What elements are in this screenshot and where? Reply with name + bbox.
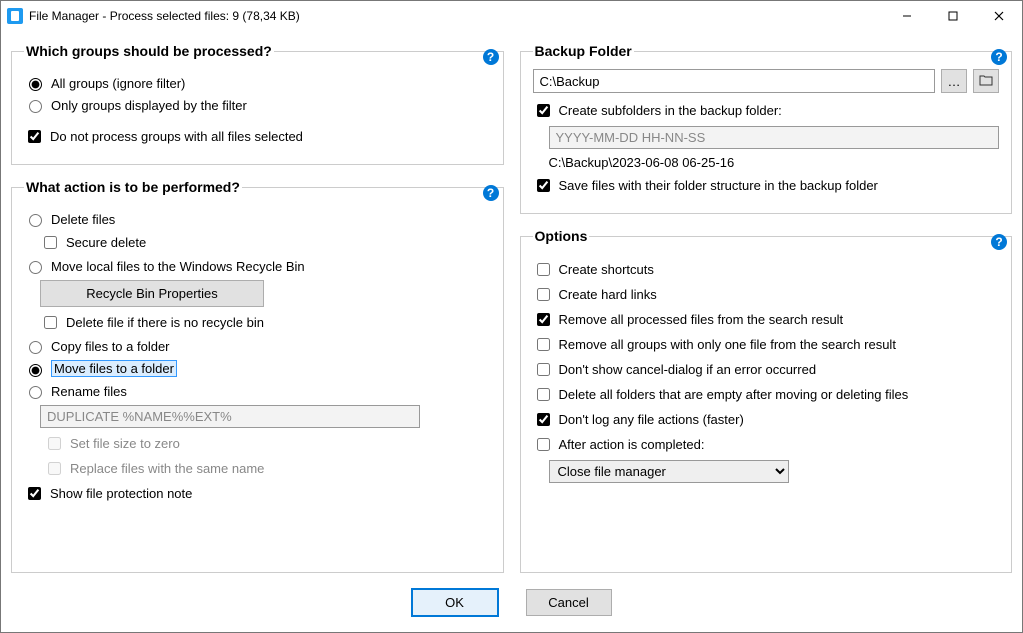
chk-no-log-label: Don't log any file actions (faster) [559,412,744,427]
ellipsis-icon: … [948,74,961,89]
radio-copy[interactable] [29,341,42,354]
chk-delete-empty[interactable] [537,388,550,401]
rename-template-input[interactable] [40,405,420,428]
radio-filtered-groups[interactable] [29,100,42,113]
minimize-button[interactable] [884,1,930,31]
chk-zero-size [48,437,61,450]
backup-legend: Backup Folder [533,43,634,59]
chk-remove-single-label: Remove all groups with only one file fro… [559,337,896,352]
help-icon[interactable]: ? [483,185,499,201]
options-legend: Options [533,228,590,244]
maximize-button[interactable] [930,1,976,31]
help-icon[interactable]: ? [991,49,1007,65]
chk-no-log[interactable] [537,413,550,426]
options-fieldset: Options ? Create shortcuts Create hard l… [520,228,1013,573]
chk-delete-empty-label: Delete all folders that are empty after … [559,387,909,402]
chk-keep-structure[interactable] [537,179,550,192]
chk-no-cancel-dialog[interactable] [537,363,550,376]
chk-remove-processed[interactable] [537,313,550,326]
chk-subfolders[interactable] [537,104,550,117]
chk-after-action-label: After action is completed: [559,437,705,452]
left-column: Which groups should be processed? ? All … [11,43,504,573]
radio-all-groups[interactable] [29,78,42,91]
chk-secure-delete-label: Secure delete [66,235,146,250]
more-button[interactable]: … [941,69,967,93]
chk-show-protection-label: Show file protection note [50,486,192,501]
chk-skip-all-selected[interactable] [28,130,41,143]
chk-replace-same-label: Replace files with the same name [70,461,264,476]
radio-all-groups-label: All groups (ignore filter) [51,76,185,91]
chk-keep-structure-label: Save files with their folder structure i… [559,178,878,193]
ok-button[interactable]: OK [412,589,498,616]
backup-preview-path: C:\Backup\2023-06-08 06-25-16 [549,155,735,170]
chk-after-action[interactable] [537,438,550,451]
action-fieldset: What action is to be performed? ? Delete… [11,179,504,573]
chk-replace-same [48,462,61,475]
backup-path-input[interactable] [533,69,936,93]
radio-move-label: Move files to a folder [51,360,177,377]
chk-delete-no-bin-label: Delete file if there is no recycle bin [66,315,264,330]
content: Which groups should be processed? ? All … [1,31,1022,577]
chk-secure-delete[interactable] [44,236,57,249]
recycle-bin-props-button[interactable]: Recycle Bin Properties [40,280,264,307]
help-icon[interactable]: ? [483,49,499,65]
radio-copy-label: Copy files to a folder [51,339,170,354]
chk-remove-processed-label: Remove all processed files from the sear… [559,312,844,327]
close-button[interactable] [976,1,1022,31]
titlebar: File Manager - Process selected files: 9… [1,1,1022,31]
help-icon[interactable]: ? [991,234,1007,250]
chk-hardlinks[interactable] [537,288,550,301]
window: File Manager - Process selected files: 9… [0,0,1023,633]
chk-skip-all-selected-label: Do not process groups with all files sel… [50,129,303,144]
after-action-select[interactable]: Close file manager [549,460,789,483]
radio-recycle[interactable] [29,261,42,274]
chk-zero-size-label: Set file size to zero [70,436,180,451]
groups-legend: Which groups should be processed? [24,43,274,59]
chk-show-protection[interactable] [28,487,41,500]
folder-icon [979,74,993,89]
browse-button[interactable] [973,69,999,93]
radio-filtered-groups-label: Only groups displayed by the filter [51,98,247,113]
radio-rename-label: Rename files [51,384,127,399]
right-column: Backup Folder ? … Create subfolder [520,43,1013,573]
footer: OK Cancel [1,577,1022,632]
action-legend: What action is to be performed? [24,179,242,195]
chk-subfolders-label: Create subfolders in the backup folder: [559,103,782,118]
radio-delete[interactable] [29,214,42,227]
chk-remove-single[interactable] [537,338,550,351]
cancel-button[interactable]: Cancel [526,589,612,616]
backup-fieldset: Backup Folder ? … Create subfolder [520,43,1013,214]
app-icon [7,8,23,24]
chk-shortcuts[interactable] [537,263,550,276]
chk-delete-no-bin[interactable] [44,316,57,329]
radio-move[interactable] [29,364,42,377]
radio-rename[interactable] [29,386,42,399]
window-title: File Manager - Process selected files: 9… [29,9,884,23]
radio-recycle-label: Move local files to the Windows Recycle … [51,259,305,274]
chk-shortcuts-label: Create shortcuts [559,262,654,277]
radio-delete-label: Delete files [51,212,115,227]
groups-fieldset: Which groups should be processed? ? All … [11,43,504,165]
chk-no-cancel-dialog-label: Don't show cancel-dialog if an error occ… [559,362,817,377]
subfolder-format-input[interactable] [549,126,1000,149]
chk-hardlinks-label: Create hard links [559,287,657,302]
